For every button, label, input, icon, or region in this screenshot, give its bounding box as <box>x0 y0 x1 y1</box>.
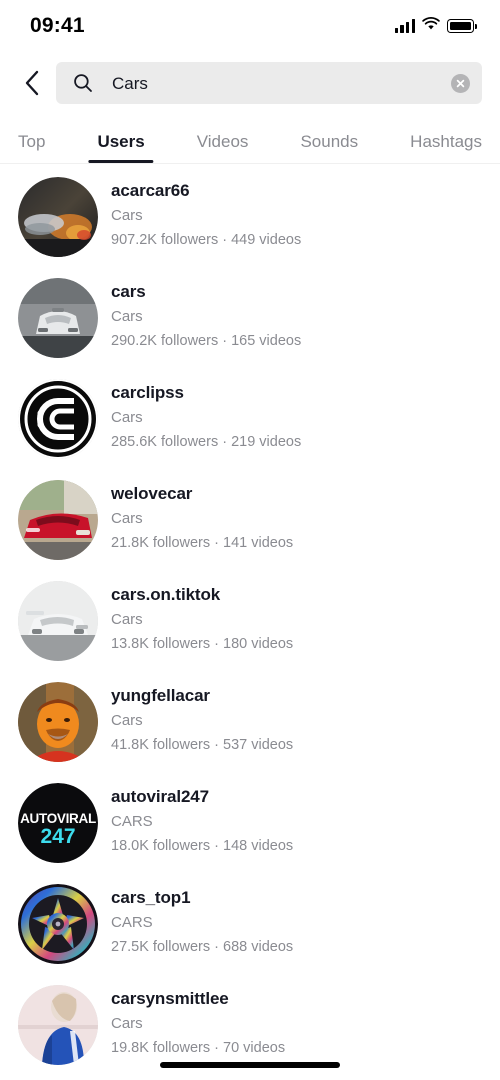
nickname: Cars <box>111 510 143 528</box>
username: cars.on.tiktok <box>111 585 221 604</box>
nickname: Cars <box>111 712 143 730</box>
username: acarcar66 <box>111 181 190 200</box>
user-stats: 13.8K followers · 180 videos <box>111 636 294 653</box>
avatar[interactable] <box>18 884 98 964</box>
username: welovecar <box>111 484 193 503</box>
nickname: CARS <box>111 914 153 932</box>
username: carclipss <box>111 383 184 402</box>
cellular-signal-icon <box>394 19 415 33</box>
tab-top[interactable]: Top <box>18 132 45 163</box>
battery-full-icon <box>447 19 477 33</box>
black-c-logo <box>18 379 98 459</box>
user-info: cars Cars 290.2K followers · 165 videos <box>111 278 301 353</box>
nickname: Cars <box>111 409 143 427</box>
table-row[interactable]: cars Cars 290.2K followers · 165 videos <box>0 269 500 370</box>
blue-jacket-portrait-photo <box>18 985 98 1065</box>
nickname: Cars <box>111 1015 143 1033</box>
table-row[interactable]: yungfellacar Cars 41.8K followers · 537 … <box>0 673 500 774</box>
table-row[interactable]: welovecar Cars 21.8K followers · 141 vid… <box>0 471 500 572</box>
search-result-tabs: Top Users Videos Sounds Hashtags <box>0 114 500 164</box>
red-ferrari-photo <box>18 480 98 560</box>
status-time: 09:41 <box>30 14 85 37</box>
tab-videos[interactable]: Videos <box>197 132 249 163</box>
wifi-icon <box>422 16 440 36</box>
user-stats: 907.2K followers · 449 videos <box>111 232 302 249</box>
white-supercar-photo <box>18 278 98 358</box>
user-stats: 18.0K followers · 148 videos <box>111 838 294 855</box>
tab-users[interactable]: Users <box>97 132 144 163</box>
avatar[interactable] <box>18 278 98 358</box>
home-indicator-bar[interactable] <box>160 1062 340 1068</box>
nickname: Cars <box>111 611 143 629</box>
orange-portrait-photo <box>18 682 98 762</box>
back-chevron-icon[interactable] <box>14 63 50 103</box>
search-input[interactable]: Cars <box>56 62 482 104</box>
nickname: Cars <box>111 308 143 326</box>
night-street-cars-photo <box>18 177 98 257</box>
avatar[interactable] <box>18 480 98 560</box>
avatar[interactable] <box>18 177 98 257</box>
status-bar: 09:41 <box>0 0 500 52</box>
user-info: acarcar66 Cars 907.2K followers · 449 vi… <box>111 177 301 252</box>
user-stats: 27.5K followers · 688 videos <box>111 939 294 956</box>
username: yungfellacar <box>111 686 210 705</box>
username: cars <box>111 282 146 301</box>
user-stats: 21.8K followers · 141 videos <box>111 535 294 552</box>
username: carsynsmittlee <box>111 989 229 1008</box>
status-icons <box>394 16 477 36</box>
table-row[interactable]: cars.on.tiktok Cars 13.8K followers · 18… <box>0 572 500 673</box>
username: autoviral247 <box>111 787 210 806</box>
user-stats: 290.2K followers · 165 videos <box>111 333 302 350</box>
user-info: carclipss Cars 285.6K followers · 219 vi… <box>111 379 301 454</box>
tab-sounds[interactable]: Sounds <box>300 132 358 163</box>
user-stats: 19.8K followers · 70 videos <box>111 1040 286 1057</box>
clear-circle-icon[interactable] <box>451 73 470 93</box>
nickname: CARS <box>111 813 153 831</box>
white-gtr-photo <box>18 581 98 661</box>
table-row[interactable]: carclipss Cars 285.6K followers · 219 vi… <box>0 370 500 471</box>
svg-text:AUTOVIRAL: AUTOVIRAL <box>20 811 96 826</box>
iridescent-wheel-photo <box>18 884 98 964</box>
table-row[interactable]: acarcar66 Cars 907.2K followers · 449 vi… <box>0 168 500 269</box>
nickname: Cars <box>111 207 143 225</box>
user-info: cars_top1 CARS 27.5K followers · 688 vid… <box>111 884 293 959</box>
user-info: welovecar Cars 21.8K followers · 141 vid… <box>111 480 293 555</box>
table-row[interactable]: AUTOVIRAL 247 autoviral247 CARS 18.0K fo… <box>0 774 500 875</box>
search-icon <box>72 72 94 94</box>
avatar[interactable]: AUTOVIRAL 247 <box>18 783 98 863</box>
user-info: cars.on.tiktok Cars 13.8K followers · 18… <box>111 581 293 656</box>
avatar[interactable] <box>18 985 98 1065</box>
tab-hashtags[interactable]: Hashtags <box>410 132 482 163</box>
autoviral247-logo: AUTOVIRAL 247 <box>18 783 98 863</box>
search-header: Cars <box>0 52 500 114</box>
avatar[interactable] <box>18 581 98 661</box>
avatar[interactable] <box>18 682 98 762</box>
user-info: autoviral247 CARS 18.0K followers · 148 … <box>111 783 293 858</box>
username: cars_top1 <box>111 888 191 907</box>
svg-text:247: 247 <box>40 825 75 848</box>
user-info: carsynsmittlee Cars 19.8K followers · 70… <box>111 985 285 1060</box>
user-results-list: acarcar66 Cars 907.2K followers · 449 vi… <box>0 164 500 1077</box>
table-row[interactable]: cars_top1 CARS 27.5K followers · 688 vid… <box>0 875 500 976</box>
avatar[interactable] <box>18 379 98 459</box>
search-query-text: Cars <box>112 73 148 93</box>
user-info: yungfellacar Cars 41.8K followers · 537 … <box>111 682 293 757</box>
user-stats: 41.8K followers · 537 videos <box>111 737 294 754</box>
user-stats: 285.6K followers · 219 videos <box>111 434 302 451</box>
